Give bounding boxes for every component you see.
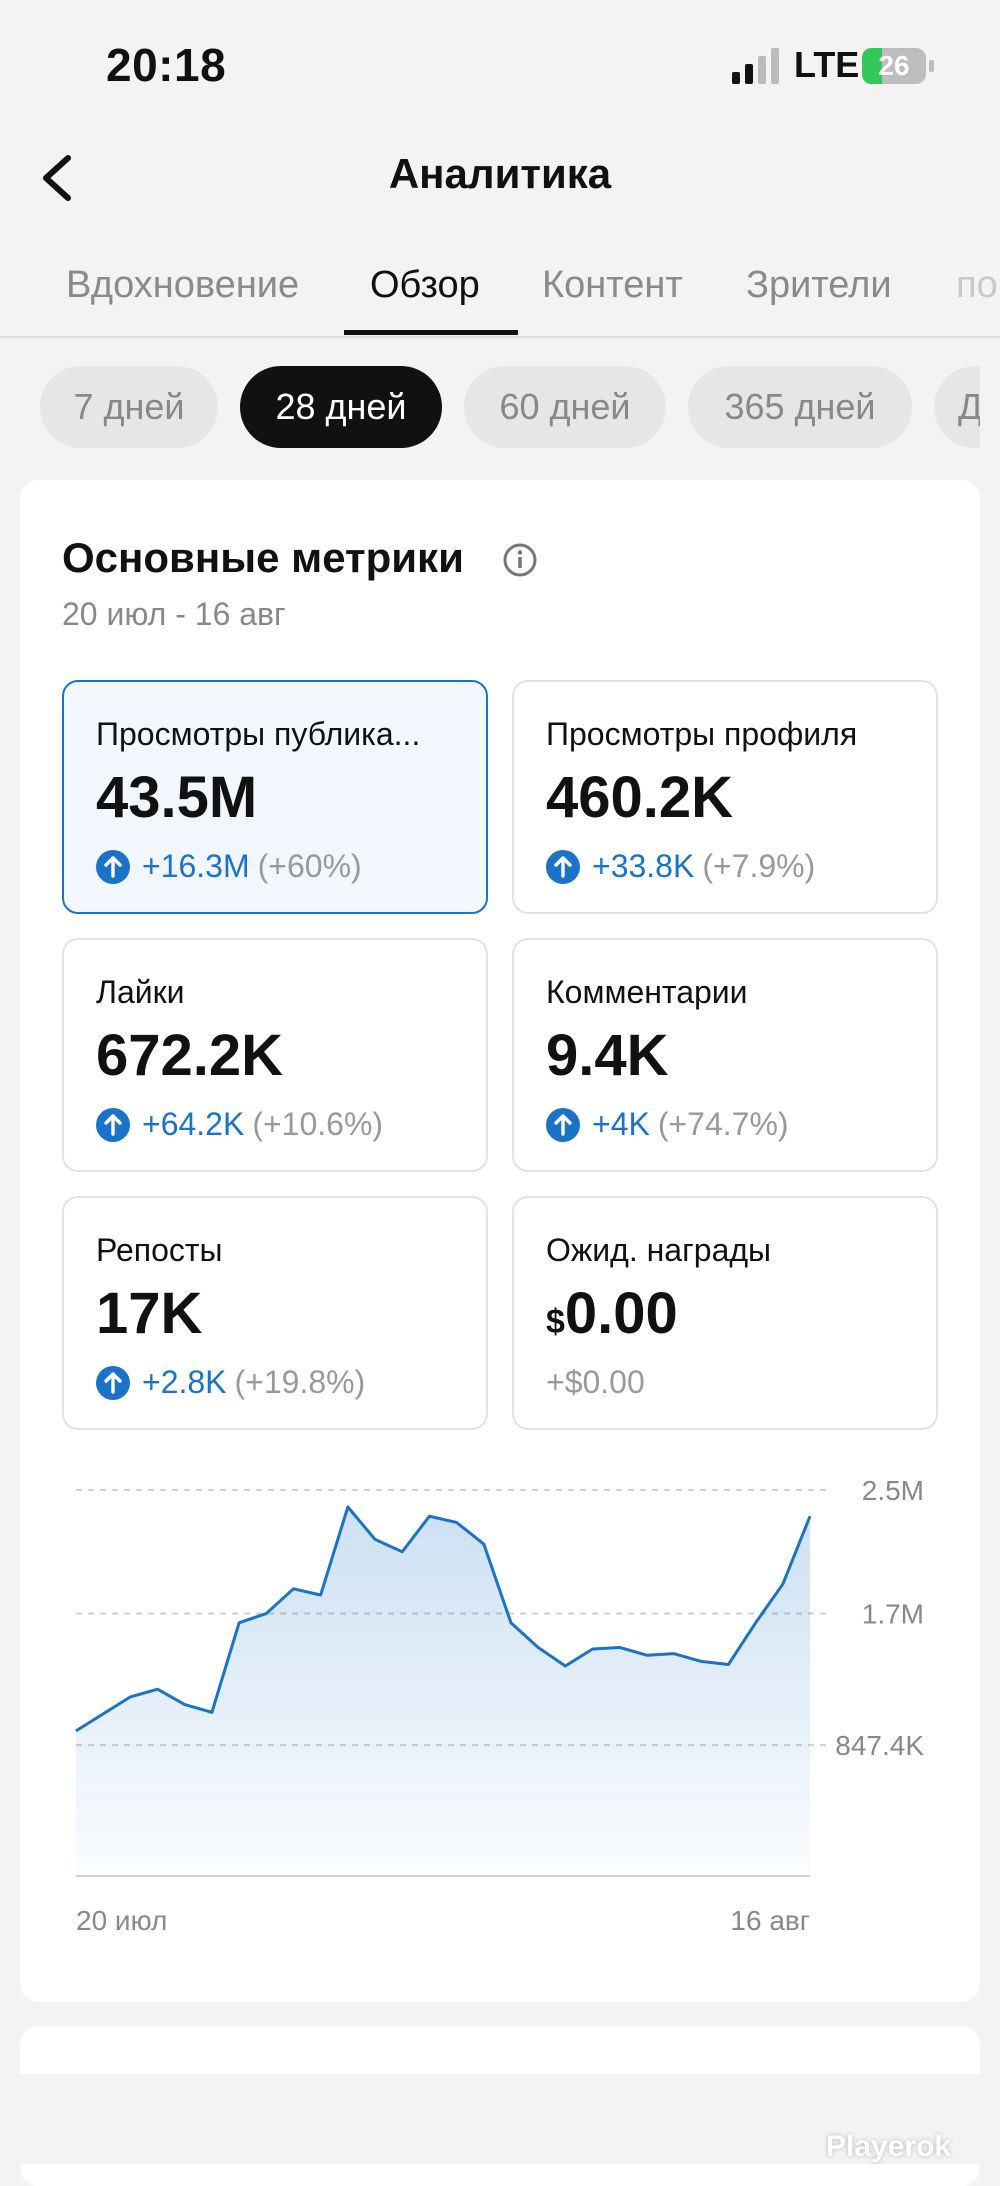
page-title: Аналитика (388, 150, 612, 197)
section-title: Основные метрики (62, 534, 464, 581)
metric-profile-views[interactable]: Просмотры профиля 460.2K +33.8K (+7.9%) (512, 680, 938, 914)
arrow-up-icon (546, 1107, 580, 1142)
tab-more[interactable]: по (956, 264, 998, 307)
metric-delta: +2.8K (142, 1364, 227, 1400)
status-time: 20:18 (106, 39, 227, 91)
period-365-days[interactable]: 365 дней (688, 366, 912, 448)
chart-area-fill (76, 1506, 810, 1876)
metric-delta: +$0.00 (546, 1364, 645, 1400)
period-28-days[interactable]: 28 дней (240, 366, 442, 448)
metric-change: +64.2K (+10.6%) (96, 1106, 383, 1143)
metric-value: 17K (96, 1280, 202, 1347)
arrow-up-icon (96, 1365, 130, 1400)
metric-delta: +33.8K (592, 848, 695, 884)
period-more[interactable]: Д (934, 366, 980, 448)
metric-delta: +64.2K (142, 1106, 245, 1142)
info-icon[interactable] (502, 542, 538, 578)
metric-value: 460.2K (546, 764, 733, 831)
period-7-days[interactable]: 7 дней (40, 366, 218, 448)
metric-likes[interactable]: Лайки 672.2K +64.2K (+10.6%) (62, 938, 488, 1172)
metric-change: +33.8K (+7.9%) (546, 848, 815, 885)
chart-y-tick-label: 2.5M (862, 1475, 924, 1506)
metric-value: $0.00 (546, 1280, 678, 1347)
metric-expected-rewards[interactable]: Ожид. награды $0.00 +$0.00 (512, 1196, 938, 1430)
metric-delta-percent: (+7.9%) (702, 848, 816, 884)
arrow-up-icon (96, 849, 130, 884)
metric-change: +2.8K (+19.8%) (96, 1364, 365, 1401)
metric-change: +16.3M (+60%) (96, 848, 362, 885)
metric-currency: $ (546, 1303, 565, 1341)
metric-label: Лайки (96, 974, 185, 1010)
arrow-up-icon (546, 849, 580, 884)
metric-label: Ожид. награды (546, 1232, 772, 1268)
metric-value-number: 0.00 (564, 1281, 678, 1346)
chart-x-tick-label: 20 июл (76, 1905, 167, 1936)
metric-comments[interactable]: Комментарии 9.4K +4K (+74.7%) (512, 938, 938, 1172)
metric-value: 9.4K (546, 1022, 669, 1089)
metric-change: +4K (+74.7%) (546, 1106, 789, 1143)
metric-delta-percent: (+60%) (257, 848, 362, 884)
arrow-up-icon (96, 1107, 130, 1142)
chart-y-tick-label: 1.7M (862, 1599, 924, 1630)
battery-level: 26 (878, 50, 910, 81)
metric-chart: 847.4K 1.7M 2.5M 20 июл 16 авг (75, 1475, 924, 1936)
signal-icon (732, 48, 779, 84)
tab-inspiration[interactable]: Вдохновение (66, 264, 299, 307)
date-range: 20 июл - 16 авг (62, 596, 286, 632)
period-60-days[interactable]: 60 дней (464, 366, 666, 448)
metric-delta-percent: (+19.8%) (234, 1364, 366, 1400)
metric-value-number: 672.2K (96, 1023, 284, 1088)
metric-value: 43.5M (96, 764, 257, 831)
tab-viewers[interactable]: Зрители (746, 264, 892, 307)
tab-content[interactable]: Контент (542, 264, 683, 307)
metric-label: Просмотры публика... (96, 716, 421, 752)
metric-value-number: 9.4K (546, 1023, 669, 1088)
metric-change: +$0.00 (546, 1364, 645, 1401)
network-type: LTE (794, 44, 860, 85)
metric-value-number: 460.2K (546, 765, 734, 830)
metric-value: 672.2K (96, 1022, 283, 1089)
metric-label: Просмотры профиля (546, 716, 858, 752)
metric-label: Репосты (96, 1232, 223, 1268)
tab-active-indicator (344, 330, 518, 335)
metric-label: Комментарии (546, 974, 748, 1010)
tab-bar: Вдохновение Обзор Контент Зрители по (0, 250, 1000, 338)
metric-value-number: 17K (96, 1281, 203, 1346)
metric-value-number: 43.5M (96, 765, 258, 830)
metric-post-views[interactable]: Просмотры публика... 43.5M +16.3M (+60%) (62, 680, 488, 914)
period-more-label: Д (958, 386, 980, 427)
watermark: Playerok (826, 2130, 952, 2163)
metric-delta-percent: (+74.7%) (657, 1106, 789, 1142)
chart-y-tick-label: 847.4K (835, 1730, 924, 1761)
tab-overview[interactable]: Обзор (370, 264, 480, 307)
metric-delta: +16.3M (142, 848, 250, 884)
metric-delta-percent: (+10.6%) (252, 1106, 384, 1142)
battery-icon: 26 (862, 48, 936, 84)
metric-delta: +4K (592, 1106, 650, 1142)
chart-x-tick-label: 16 авг (730, 1905, 810, 1936)
metric-reposts[interactable]: Репосты 17K +2.8K (+19.8%) (62, 1196, 488, 1430)
period-selector: 7 дней 28 дней 60 дней 365 дней Д (0, 366, 980, 452)
